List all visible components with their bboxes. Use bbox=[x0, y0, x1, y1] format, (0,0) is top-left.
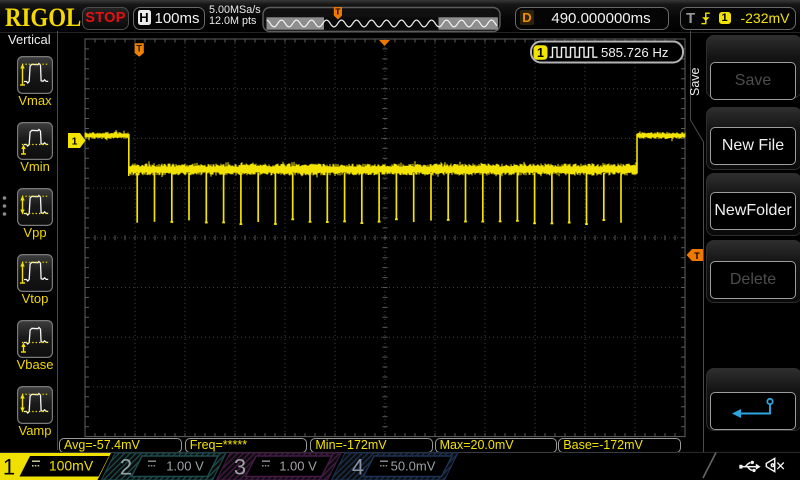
svg-text:Vmin: Vmin bbox=[20, 159, 50, 174]
svg-text:100mV: 100mV bbox=[49, 458, 94, 474]
svg-text:1: 1 bbox=[72, 137, 78, 148]
svg-text:1.00 V: 1.00 V bbox=[279, 459, 317, 474]
svg-text:585.726 Hz: 585.726 Hz bbox=[601, 45, 668, 60]
svg-text:T: T bbox=[694, 251, 700, 261]
svg-text:Vtop: Vtop bbox=[22, 291, 49, 306]
svg-text:4: 4 bbox=[352, 455, 364, 480]
svg-text:50.0mV: 50.0mV bbox=[391, 459, 436, 474]
svg-text:1.00 V: 1.00 V bbox=[166, 459, 204, 474]
svg-text:T: T bbox=[136, 44, 142, 55]
svg-text:3: 3 bbox=[234, 455, 246, 480]
svg-text:1: 1 bbox=[3, 455, 15, 480]
svg-text:2: 2 bbox=[120, 455, 132, 480]
svg-text:Vamp: Vamp bbox=[19, 423, 52, 438]
svg-text:Vmax: Vmax bbox=[18, 93, 52, 108]
svg-text:Vpp: Vpp bbox=[23, 225, 46, 240]
svg-text:1: 1 bbox=[537, 46, 544, 60]
svg-text:Vbase: Vbase bbox=[17, 357, 54, 372]
